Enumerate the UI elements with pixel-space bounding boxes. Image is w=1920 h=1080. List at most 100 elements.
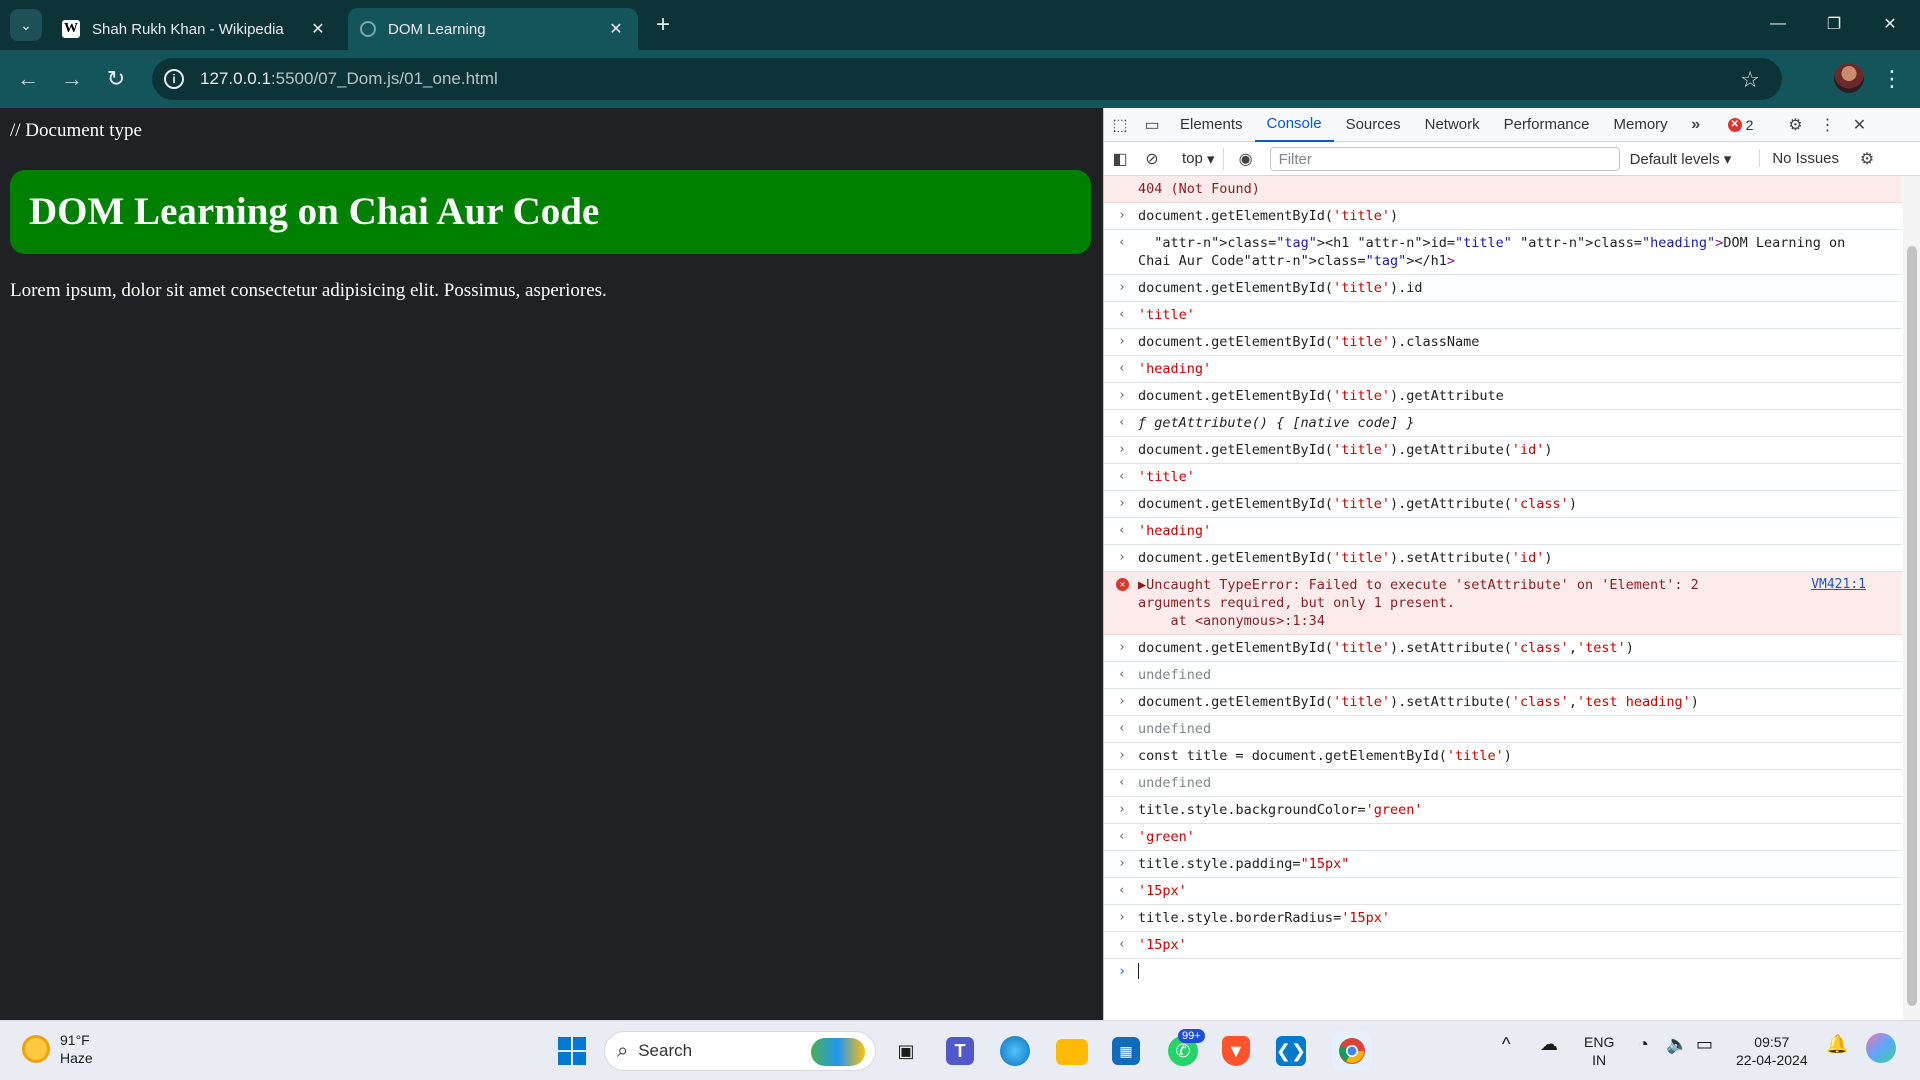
brave-icon[interactable]: ▼ — [1222, 1036, 1250, 1066]
clear-console-icon[interactable]: ⊘ — [1136, 143, 1168, 175]
close-icon[interactable]: ✕ — [308, 19, 328, 39]
log-levels-select[interactable]: Default levels ▾ — [1630, 150, 1732, 168]
language-indicator[interactable]: ENG IN — [1584, 1033, 1614, 1069]
battery-icon[interactable]: ▭ — [1696, 1035, 1713, 1053]
microsoft-store-icon[interactable]: ▦ — [1112, 1037, 1140, 1065]
tab-search-button[interactable]: ⌄ — [10, 9, 42, 41]
settings-gear-icon[interactable]: ⚙ — [1779, 109, 1811, 141]
tab-dom-learning[interactable]: DOM Learning ✕ — [348, 8, 638, 50]
vscode-icon[interactable]: ❮❯ — [1276, 1036, 1306, 1066]
issues-counter[interactable]: No Issues — [1759, 150, 1839, 167]
input-chevron-icon: › — [1118, 334, 1126, 349]
input-chevron-icon: › — [1118, 550, 1126, 565]
new-tab-button[interactable]: + — [650, 11, 676, 38]
live-expression-eye-icon[interactable]: ◉ — [1230, 143, 1262, 175]
restore-button[interactable]: ❐ — [1814, 8, 1854, 40]
forward-button[interactable]: → — [56, 63, 88, 95]
console-output-line: ‹'title' — [1104, 302, 1902, 329]
close-icon[interactable]: ✕ — [606, 19, 626, 39]
console-scrollbar[interactable] — [1903, 176, 1920, 1020]
close-window-button[interactable]: ✕ — [1870, 8, 1910, 40]
clock[interactable]: 09:57 22-04-2024 — [1736, 1033, 1808, 1069]
error-counter[interactable]: ✕ 2 — [1727, 117, 1753, 133]
address-bar[interactable]: i 127.0.0.1:5500/07_Dom.js/01_one.html ☆ — [152, 58, 1782, 100]
tab-title: DOM Learning — [388, 20, 486, 38]
input-chevron-icon: › — [1118, 280, 1126, 295]
tab-sources[interactable]: Sources — [1334, 108, 1413, 142]
bookmark-star-icon[interactable]: ☆ — [1740, 67, 1760, 93]
console-input-line: › document.getElementById('title').setAtt… — [1104, 635, 1902, 662]
input-chevron-icon: › — [1118, 802, 1126, 817]
console-filter-input[interactable]: Filter — [1269, 146, 1620, 171]
windows-start-icon[interactable] — [554, 1033, 590, 1069]
tab-wikipedia[interactable]: W Shah Rukh Khan - Wikipedia ✕ — [50, 8, 340, 50]
chevron-down-icon: ⌄ — [20, 16, 32, 33]
console-error-message: 404 (Not Found) — [1104, 176, 1902, 203]
sidebar-toggle-icon[interactable]: ◧ — [1104, 143, 1136, 175]
profile-avatar[interactable] — [1834, 63, 1864, 93]
console-input-line: › title.style.borderRadius='15px' — [1104, 905, 1902, 932]
console-output-line: ‹'heading' — [1104, 356, 1902, 383]
devtools-menu-icon[interactable]: ⋮ — [1811, 109, 1843, 141]
console-output-line: ‹ undefined — [1104, 662, 1902, 689]
console-input-line: › document.getElementById('title') — [1104, 203, 1902, 230]
copilot-icon[interactable] — [1866, 1033, 1896, 1063]
console-settings-gear-icon[interactable]: ⚙ — [1851, 143, 1883, 175]
search-label: Search — [638, 1041, 693, 1060]
console-input-line: › title.style.backgroundColor='green' — [1104, 797, 1902, 824]
text-caret — [1138, 963, 1139, 979]
close-icon: ✕ — [1883, 16, 1897, 33]
context-select[interactable]: top ▾ — [1174, 147, 1224, 170]
minimize-icon: — — [1770, 15, 1786, 32]
page-paragraph: Lorem ipsum, dolor sit amet consectetur … — [10, 280, 607, 301]
input-chevron-icon: › — [1118, 496, 1126, 511]
output-chevron-icon: ‹ — [1118, 829, 1126, 844]
console-prompt-input[interactable]: › — [1104, 959, 1902, 985]
info-icon[interactable]: i — [164, 69, 184, 89]
console-output-element[interactable]: ‹ "attr-n">class="tag"><h1 "attr-n">id="… — [1104, 230, 1902, 275]
console-output-line: ‹'heading' — [1104, 518, 1902, 545]
tab-console[interactable]: Console — [1254, 108, 1334, 142]
console-input-line: › document.getElementById('title').setAtt… — [1104, 545, 1902, 572]
taskbar: 91°F Haze ⌕ Search ▣ T ▦ ✆ 99+ ▼ ❮❯ ^ ☁ … — [0, 1020, 1920, 1080]
reload-button[interactable]: ↻ — [100, 63, 132, 95]
input-chevron-icon: › — [1118, 640, 1126, 655]
volume-icon[interactable]: 🔈 — [1666, 1035, 1688, 1053]
task-view-icon[interactable]: ▣ — [888, 1033, 924, 1069]
wifi-icon[interactable]: ◔ — [1638, 1035, 1649, 1053]
console-output-line: ‹ undefined — [1104, 770, 1902, 797]
tab-network[interactable]: Network — [1413, 108, 1492, 142]
output-chevron-icon: ‹ — [1118, 415, 1126, 430]
input-chevron-icon: › — [1118, 442, 1126, 457]
chrome-icon[interactable] — [1332, 1031, 1372, 1071]
weather-widget[interactable]: 91°F Haze — [22, 1031, 93, 1067]
console-toolbar: ◧ ⊘ top ▾ ◉ Filter Default levels ▾ No I… — [1104, 142, 1920, 176]
plus-icon: + — [655, 11, 670, 38]
notification-bell-icon[interactable]: 🔔 — [1826, 1035, 1848, 1053]
teams-icon[interactable]: T — [946, 1037, 974, 1065]
more-tabs-icon[interactable]: » — [1680, 109, 1712, 141]
onedrive-icon[interactable]: ☁ — [1540, 1035, 1558, 1053]
page-viewport: // Document type DOM Learning on Chai Au… — [0, 108, 1102, 1020]
tab-memory[interactable]: Memory — [1602, 108, 1680, 142]
console-output-line: ‹'title' — [1104, 464, 1902, 491]
scrollbar-thumb[interactable] — [1907, 246, 1917, 1006]
close-devtools-icon[interactable]: ✕ — [1843, 109, 1875, 141]
output-chevron-icon: ‹ — [1118, 235, 1126, 250]
tab-elements[interactable]: Elements — [1168, 108, 1255, 142]
minimize-button[interactable]: — — [1758, 8, 1798, 40]
tab-strip: ⌄ W Shah Rukh Khan - Wikipedia ✕ DOM Lea… — [0, 0, 1920, 50]
tab-performance[interactable]: Performance — [1492, 108, 1602, 142]
browser-menu-button[interactable]: ⋮ — [1880, 63, 1904, 95]
device-toolbar-icon[interactable]: ▭ — [1136, 109, 1168, 141]
output-chevron-icon: ‹ — [1118, 307, 1126, 322]
taskbar-search[interactable]: ⌕ Search — [604, 1031, 876, 1071]
console-input-line: › const title = document.getElementById('… — [1104, 743, 1902, 770]
inspect-element-icon[interactable]: ⬚ — [1104, 109, 1136, 141]
source-link[interactable]: VM421:1 — [1811, 576, 1866, 594]
edge-icon[interactable] — [1000, 1036, 1030, 1066]
back-button[interactable]: ← — [12, 63, 44, 95]
show-hidden-icons-chevron-up-icon[interactable]: ^ — [1502, 1035, 1510, 1053]
input-chevron-icon: › — [1118, 388, 1126, 403]
file-explorer-icon[interactable] — [1056, 1039, 1088, 1065]
